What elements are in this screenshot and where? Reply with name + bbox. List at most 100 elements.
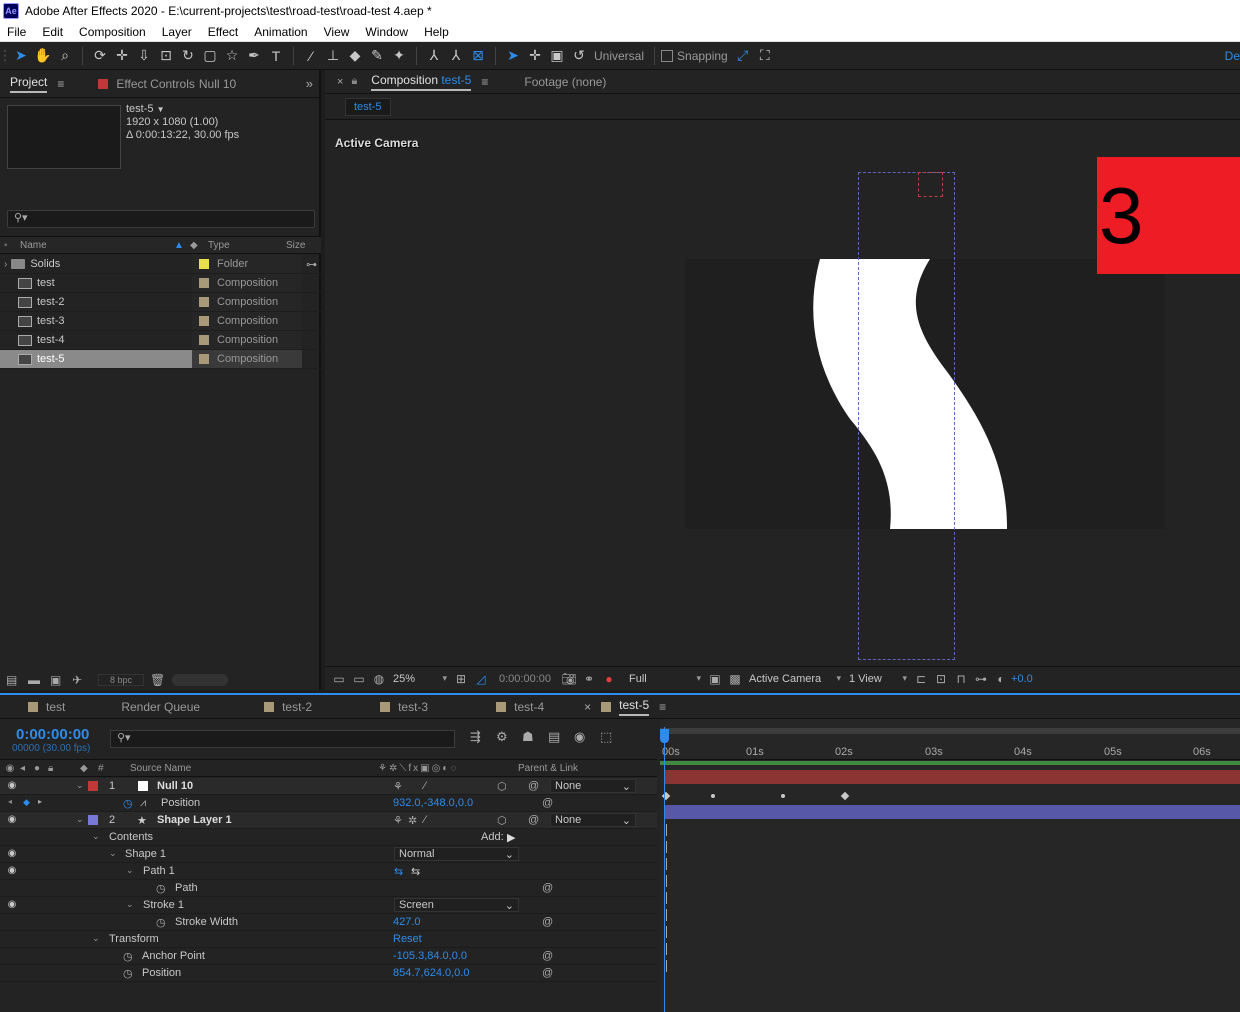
next-keyframe-icon[interactable]: ▸: [38, 797, 42, 806]
audio-switch-icon[interactable]: ◂: [20, 763, 34, 774]
column-size[interactable]: Size: [286, 240, 305, 251]
chevron-down-icon[interactable]: ⌄: [92, 933, 100, 944]
keyframe[interactable]: [711, 794, 715, 798]
parent-dropdown[interactable]: None ⌄: [550, 779, 636, 793]
property-row-anchor-point[interactable]: ◷ Anchor Point -105.3,84.0,0.0 @: [0, 948, 657, 965]
playhead[interactable]: [660, 727, 669, 1012]
panel-overflow-icon[interactable]: »: [306, 76, 319, 91]
solo-switch-icon[interactable]: ●: [34, 763, 48, 774]
transparency-grid-icon[interactable]: ◿: [471, 672, 491, 686]
eye-icon[interactable]: ◉: [6, 780, 18, 791]
layer-label-color[interactable]: [88, 815, 98, 825]
label-color[interactable]: [199, 354, 209, 364]
tab-composition[interactable]: Composition test-5 ≡: [365, 70, 494, 93]
property-group-contents[interactable]: ⌄ Contents Add: ▶: [0, 829, 657, 846]
column-type[interactable]: Type: [208, 240, 286, 251]
toggle-pixel-aspect-icon[interactable]: ⊏: [911, 672, 931, 686]
region-of-interest-icon[interactable]: ▭: [329, 672, 349, 686]
zoom-tool-icon[interactable]: ⌕: [54, 45, 76, 67]
menu-effect[interactable]: Effect: [200, 25, 246, 39]
pen-tool-icon[interactable]: ✒: [243, 45, 265, 67]
motion-blur-icon[interactable]: ◉: [574, 729, 596, 745]
shy-layers-icon[interactable]: ☗: [522, 729, 544, 745]
tab-render-queue[interactable]: Render Queue: [75, 695, 210, 718]
stopwatch-icon[interactable]: ◷: [156, 882, 166, 895]
position-value[interactable]: 932.0,-348.0,0.0: [393, 797, 473, 809]
resolution-dropdown[interactable]: Full ▾: [625, 670, 705, 688]
time-graph[interactable]: 00s 01s 02s 03s 04s 05s 06s: [660, 719, 1240, 1012]
layer-name[interactable]: Null 10: [157, 780, 193, 792]
graph-editor-icon[interactable]: ⬚: [600, 729, 622, 745]
reverse-path-icon[interactable]: ⇆: [411, 865, 420, 878]
magnification-dropdown[interactable]: 25% ▾: [389, 670, 451, 688]
type-tool-icon[interactable]: T: [265, 45, 287, 67]
tab-effect-controls[interactable]: Effect Controls Null 10: [74, 70, 246, 97]
snapshot-icon[interactable]: 📷︎: [559, 672, 579, 686]
menu-edit[interactable]: Edit: [34, 25, 71, 39]
pan-behind-tool-icon[interactable]: ⊡: [155, 45, 177, 67]
column-source-name[interactable]: Source Name: [130, 763, 378, 774]
column-parent-link[interactable]: Parent & Link: [518, 763, 578, 774]
composition-canvas[interactable]: Active Camera 3: [325, 122, 1240, 662]
eye-icon[interactable]: ◉: [6, 899, 18, 910]
reset-exposure-icon[interactable]: ◐: [991, 672, 1011, 686]
selection-mode-icon[interactable]: ➤: [502, 45, 524, 67]
anchor-point-value[interactable]: -105.3,84.0,0.0: [393, 950, 467, 962]
expression-pick-whip-icon[interactable]: @: [542, 797, 553, 809]
chevron-down-icon[interactable]: ⌄: [126, 865, 134, 876]
layer-label-color[interactable]: [88, 781, 98, 791]
layer-row-null-10[interactable]: ◉ ⌄ 1 Null 10 ⚘ ⁄ ⬡ @ None ⌄: [0, 778, 657, 795]
tab-project[interactable]: Project ≡: [0, 70, 74, 97]
expression-pick-whip-icon[interactable]: @: [542, 916, 553, 928]
shy-switch-icon[interactable]: ⚘: [393, 780, 403, 793]
scale-gizmo-icon[interactable]: ▣: [546, 45, 568, 67]
playhead-handle[interactable]: [660, 729, 669, 743]
label-tag-icon[interactable]: ◆: [190, 240, 208, 251]
blend-mode-dropdown[interactable]: Normal ⌄: [394, 847, 519, 861]
project-item-test-4[interactable]: test-4 Composition: [0, 331, 321, 350]
property-row-transform-position[interactable]: ◷ Position 854.7,624.0,0.0 @: [0, 965, 657, 982]
orbit-camera-tool-icon[interactable]: ⟳: [89, 45, 111, 67]
show-snapshot-icon[interactable]: ⚭: [579, 672, 599, 686]
interpret-footage-icon[interactable]: ▤: [6, 673, 28, 687]
project-item-solids[interactable]: › Solids Folder ⊶: [0, 255, 321, 274]
local-axis-icon[interactable]: ⅄: [423, 45, 445, 67]
blend-mode-dropdown[interactable]: Screen ⌄: [394, 898, 519, 912]
new-composition-icon[interactable]: ▣: [50, 673, 72, 687]
eraser-tool-icon[interactable]: ◆: [344, 45, 366, 67]
stroke-width-value[interactable]: 427.0: [393, 916, 421, 928]
view-axis-icon[interactable]: ⊠: [467, 45, 489, 67]
3d-layer-switch-icon[interactable]: ⬡: [497, 780, 507, 793]
draft-3d-icon[interactable]: ⊡: [931, 672, 951, 686]
chevron-down-icon[interactable]: ⌄: [109, 848, 117, 859]
work-area-range[interactable]: [660, 761, 1240, 765]
column-name[interactable]: Name: [20, 240, 174, 251]
current-time-display[interactable]: 0:00:00:00: [491, 673, 559, 685]
property-group-shape-1[interactable]: ◉ ⌄ Shape 1 Normal ⌄: [0, 846, 657, 863]
project-item-test-2[interactable]: test-2 Composition: [0, 293, 321, 312]
property-row-position[interactable]: ◂ ◆ ▸ ◷ ⩘ Position 932.0,-348.0,0.0 @: [0, 795, 657, 812]
clone-stamp-tool-icon[interactable]: ⊥: [322, 45, 344, 67]
close-icon[interactable]: ×: [584, 700, 591, 714]
stopwatch-icon[interactable]: ◷: [156, 916, 166, 929]
dolly-camera-tool-icon[interactable]: ⇩: [133, 45, 155, 67]
pick-whip-icon[interactable]: @: [528, 814, 539, 826]
pick-whip-icon[interactable]: @: [528, 780, 539, 792]
stopwatch-icon[interactable]: ◷: [123, 967, 133, 980]
bit-depth-button[interactable]: 8 bpc: [98, 674, 144, 686]
layer-row-shape-layer-1[interactable]: ◉ ⌄ 2 ★ Shape Layer 1 ⚘ ✲ ⁄ ⬡ @ None ⌄: [0, 812, 657, 829]
display-icon[interactable]: ▭: [349, 672, 369, 686]
axis-mode-label[interactable]: Universal: [590, 49, 648, 63]
chevron-down-icon[interactable]: ⌄: [76, 780, 84, 791]
chevron-down-icon[interactable]: ▼: [157, 105, 165, 114]
frame-blending-icon[interactable]: ▤: [548, 729, 570, 745]
layer-number-icon[interactable]: #: [98, 763, 130, 774]
hand-tool-icon[interactable]: ✋: [32, 45, 54, 67]
time-ruler[interactable]: 00s 01s 02s 03s 04s 05s 06s: [660, 734, 1240, 760]
stopwatch-icon[interactable]: ◷: [123, 797, 133, 810]
fast-previews-icon[interactable]: ▣: [705, 672, 725, 686]
menu-layer[interactable]: Layer: [154, 25, 200, 39]
video-switch-icon[interactable]: ◉: [0, 763, 20, 774]
view-layout-dropdown[interactable]: 1 View ▾: [845, 670, 911, 688]
keyframe[interactable]: [840, 791, 850, 801]
